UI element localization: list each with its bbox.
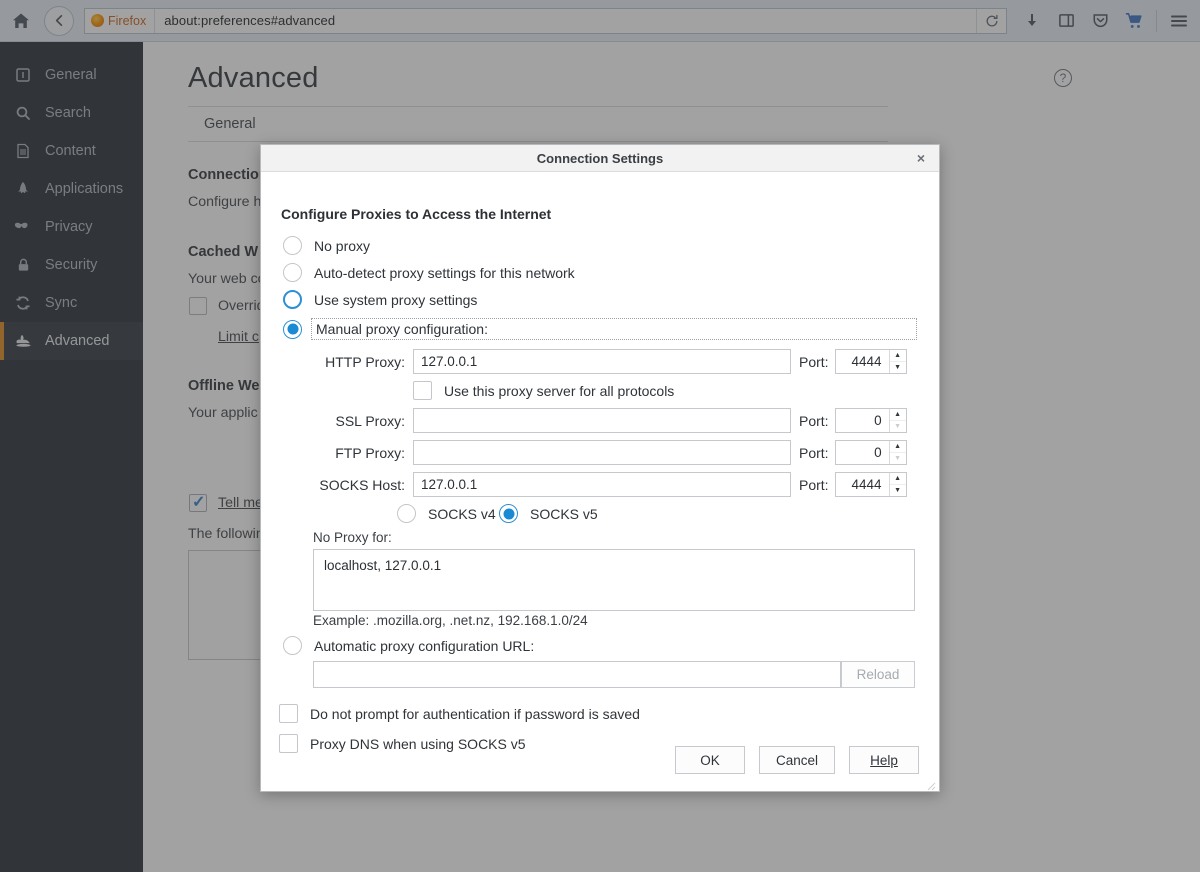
ftp-port-label: Port: <box>799 445 829 461</box>
stepper-up-icon[interactable]: ▲ <box>890 350 906 362</box>
radio-label: Manual proxy configuration: <box>311 318 917 340</box>
ssl-port-label: Port: <box>799 413 829 429</box>
ftp-port-value: 0 <box>836 441 889 464</box>
pac-url-row: Reload <box>313 661 915 688</box>
http-port-stepper[interactable]: 4444 ▲ ▼ <box>835 349 907 374</box>
use-all-protocols-checkbox-row[interactable]: Use this proxy server for all protocols <box>413 381 674 400</box>
stepper-down-icon: ▼ <box>890 421 906 432</box>
use-all-protocols-label: Use this proxy server for all protocols <box>444 383 674 399</box>
no-proxy-label: No Proxy for: <box>313 530 392 545</box>
radio-circle <box>397 504 416 523</box>
radio-auto-config-url[interactable]: Automatic proxy configuration URL: <box>283 636 534 655</box>
radio-circle <box>283 263 302 282</box>
socks-host-input[interactable]: 127.0.0.1 <box>413 472 791 497</box>
no-auth-prompt-checkbox[interactable] <box>279 704 298 723</box>
radio-no-proxy[interactable]: No proxy <box>283 236 370 255</box>
http-port-value: 4444 <box>836 350 889 373</box>
no-auth-prompt-checkbox-row[interactable]: Do not prompt for authentication if pass… <box>279 704 640 723</box>
dialog-heading: Configure Proxies to Access the Internet <box>281 206 551 222</box>
socks-host-label: SOCKS Host: <box>301 477 405 493</box>
socks-host-row: SOCKS Host: 127.0.0.1 Port: 4444 ▲ ▼ <box>301 472 917 497</box>
radio-label: SOCKS v4 <box>428 506 496 522</box>
radio-label: Automatic proxy configuration URL: <box>314 638 534 654</box>
connection-settings-dialog: Connection Settings × Configure Proxies … <box>260 144 940 792</box>
proxy-dns-checkbox-row[interactable]: Proxy DNS when using SOCKS v5 <box>279 734 526 753</box>
http-proxy-row: HTTP Proxy: 127.0.0.1 Port: 4444 ▲ ▼ <box>301 349 917 374</box>
stepper-arrows: ▲ ▼ <box>889 473 906 496</box>
radio-manual-proxy[interactable]: Manual proxy configuration: <box>283 318 917 340</box>
ssl-proxy-label: SSL Proxy: <box>301 413 405 429</box>
ftp-proxy-row: FTP Proxy: Port: 0 ▲ ▼ <box>301 440 917 465</box>
stepper-down-icon[interactable]: ▼ <box>890 485 906 496</box>
socks-port-value: 4444 <box>836 473 889 496</box>
pac-reload-button[interactable]: Reload <box>841 661 915 688</box>
dialog-titlebar: Connection Settings × <box>261 145 939 172</box>
stepper-arrows: ▲ ▼ <box>889 409 906 432</box>
ftp-proxy-input[interactable] <box>413 440 791 465</box>
http-proxy-label: HTTP Proxy: <box>301 354 405 370</box>
no-auth-prompt-label: Do not prompt for authentication if pass… <box>310 706 640 722</box>
help-button[interactable]: Help <box>849 746 919 774</box>
ftp-port-stepper[interactable]: 0 ▲ ▼ <box>835 440 907 465</box>
radio-circle <box>499 504 518 523</box>
proxy-dns-checkbox[interactable] <box>279 734 298 753</box>
stepper-down-icon: ▼ <box>890 453 906 464</box>
dialog-body: Configure Proxies to Access the Internet… <box>261 172 939 792</box>
http-proxy-input[interactable]: 127.0.0.1 <box>413 349 791 374</box>
socks-port-stepper[interactable]: 4444 ▲ ▼ <box>835 472 907 497</box>
stepper-down-icon[interactable]: ▼ <box>890 362 906 373</box>
radio-circle <box>283 236 302 255</box>
radio-label: Use system proxy settings <box>314 292 477 308</box>
radio-auto-detect[interactable]: Auto-detect proxy settings for this netw… <box>283 263 575 282</box>
close-icon[interactable]: × <box>912 149 930 167</box>
radio-circle <box>283 636 302 655</box>
radio-circle <box>283 290 302 309</box>
use-all-protocols-checkbox[interactable] <box>413 381 432 400</box>
cancel-button[interactable]: Cancel <box>759 746 835 774</box>
dialog-title: Connection Settings <box>537 151 663 166</box>
http-port-label: Port: <box>799 354 829 370</box>
radio-system-proxy[interactable]: Use system proxy settings <box>283 290 477 309</box>
radio-label: SOCKS v5 <box>530 506 598 522</box>
proxy-dns-label: Proxy DNS when using SOCKS v5 <box>310 736 526 752</box>
stepper-up-icon[interactable]: ▲ <box>890 409 906 421</box>
stepper-up-icon[interactable]: ▲ <box>890 473 906 485</box>
radio-socks-v4[interactable]: SOCKS v4 <box>397 504 496 523</box>
pac-url-input[interactable] <box>313 661 841 688</box>
ssl-port-stepper[interactable]: 0 ▲ ▼ <box>835 408 907 433</box>
radio-label: No proxy <box>314 238 370 254</box>
radio-circle <box>283 320 302 339</box>
stepper-arrows: ▲ ▼ <box>889 441 906 464</box>
stepper-arrows: ▲ ▼ <box>889 350 906 373</box>
stepper-up-icon[interactable]: ▲ <box>890 441 906 453</box>
no-proxy-textarea[interactable]: localhost, 127.0.0.1 <box>313 549 915 611</box>
resize-grip-icon[interactable] <box>925 778 936 789</box>
ok-button[interactable]: OK <box>675 746 745 774</box>
socks-port-label: Port: <box>799 477 829 493</box>
ssl-proxy-row: SSL Proxy: Port: 0 ▲ ▼ <box>301 408 917 433</box>
ssl-port-value: 0 <box>836 409 889 432</box>
radio-label: Auto-detect proxy settings for this netw… <box>314 265 575 281</box>
example-hint: Example: .mozilla.org, .net.nz, 192.168.… <box>313 613 588 628</box>
dialog-button-row: OK Cancel Help <box>675 746 919 774</box>
ssl-proxy-input[interactable] <box>413 408 791 433</box>
radio-socks-v5[interactable]: SOCKS v5 <box>499 504 598 523</box>
ftp-proxy-label: FTP Proxy: <box>301 445 405 461</box>
